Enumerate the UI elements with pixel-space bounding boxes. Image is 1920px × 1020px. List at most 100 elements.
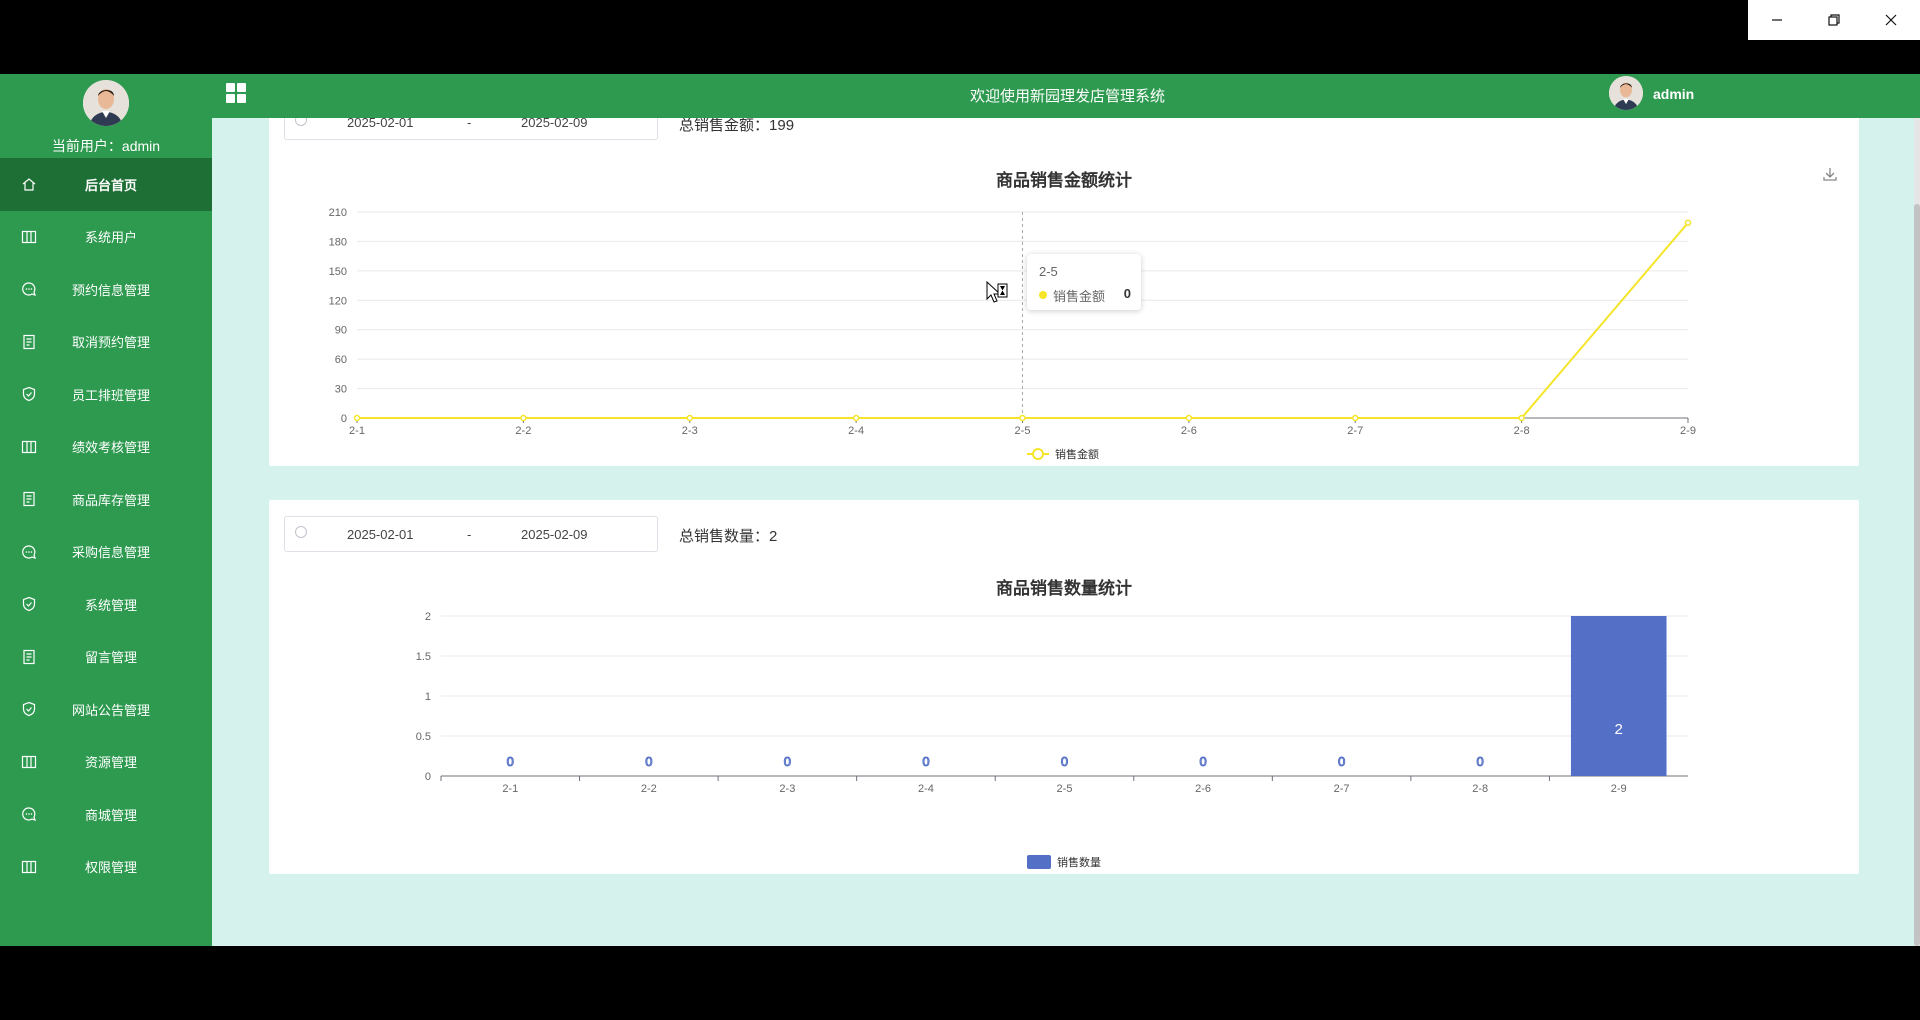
x-tick-label: 2-5 [1057,783,1073,795]
data-point [520,414,527,422]
bar-data-label: 0 [784,754,791,769]
bar-data-label: 0 [1061,754,1068,769]
data-point [353,414,361,422]
data-point [1019,414,1026,422]
table-icon [20,438,38,456]
tooltip-series-name: 销售金额 [1053,289,1106,304]
document-icon [20,333,38,351]
sales-quantity-card: 2025-02-01 - 2025-02-09 总销售数量：2 商品销售数量统计… [269,500,1859,874]
total-label: 总销售金额： [679,118,770,134]
cursor-icon [985,280,1011,311]
bar-chart: 0 0.5 1 1.5 2 2-1 0 2-2 0 2-3 0 2-4 0 2-5 0 2-6 0 2-7 0 2-8… [416,611,1688,869]
menu-toggle-icon[interactable] [226,83,246,103]
main-content: 2025-02-01 - 2025-02-09 总销售金额：199 商品销售金额… [212,118,1916,946]
x-tick-label: 2-1 [502,783,518,795]
start-date[interactable]: 2025-02-01 [347,118,414,130]
total-label: 总销售数量： [679,528,770,545]
bar-data-label: 0 [507,754,514,769]
y-tick-label: 150 [329,266,347,278]
chat-icon [20,543,38,561]
sales-amount-card: 2025-02-01 - 2025-02-09 总销售金额：199 商品销售金额… [269,118,1859,466]
data-point [1684,219,1692,227]
data-point [852,414,860,422]
avatar[interactable] [83,80,129,126]
taskbar-area [0,946,1920,1020]
x-tick-label: 2-4 [848,425,864,437]
document-icon [20,648,38,666]
data-point [686,414,693,422]
x-tick-label: 2-5 [1015,425,1031,437]
bar-data-label: 0 [1199,754,1206,769]
header-username[interactable]: admin [1653,86,1694,102]
x-tick-label: 2-1 [349,425,365,437]
bar-data-label: 0 [645,754,652,769]
scrollbar-thumb[interactable] [1914,204,1920,946]
x-tick-label: 2-3 [682,425,698,437]
date-separator: - [467,118,472,130]
y-tick-label: 2 [425,611,431,623]
sidebar-item-3[interactable]: 取消预约管理 [0,316,212,369]
sidebar-item-1[interactable]: 系统用户 [0,211,212,264]
page-title: 欢迎使用新园理发店管理系统 [970,88,1166,105]
x-tick-label: 2-7 [1347,425,1363,437]
scrollbar[interactable] [1914,118,1920,946]
restore-icon[interactable] [1805,0,1862,40]
close-icon[interactable] [1863,0,1920,40]
sidebar-item-13[interactable]: 权限管理 [0,841,212,894]
y-tick-label: 60 [335,354,347,366]
y-tick-label: 0 [341,413,347,425]
chart-tooltip: 2-5 销售金额 0 [1027,254,1141,310]
chat-icon [20,280,38,298]
line-chart: 0 30 60 90 120 150 180 210 2-1 2-2 2-3 2-4 2-5 2-6 2-7… [329,207,1696,461]
total-sales-amount: 总销售金额：199 [679,118,794,135]
y-tick-label: 1.5 [416,651,431,663]
chat-icon [20,805,38,823]
current-user-label: 当前用户： [51,138,122,154]
tooltip-value: 0 [1123,286,1131,301]
bar-data-label: 0 [922,754,929,769]
sidebar-menu: 后台首页 系统用户 预约信息管理 取消预约管理 员工排班管理 绩效考核管理 商品库存管理 采购… [0,158,212,893]
date-range-picker[interactable]: 2025-02-01 - 2025-02-09 [284,516,658,552]
sidebar-item-8[interactable]: 系统管理 [0,578,212,631]
y-tick-label: 0 [425,771,431,783]
chart-legend: 销售金额 [1027,447,1099,461]
x-tick-label: 2-2 [641,783,657,795]
x-tick-label: 2-9 [1680,425,1696,437]
sidebar: 当前用户：admin 后台首页 系统用户 预约信息管理 取消预约管理 员工排班管理 绩效考… [0,74,212,946]
window-title-bar [0,0,1920,74]
sidebar-item-7[interactable]: 采购信息管理 [0,526,212,579]
minimize-icon[interactable] [1748,0,1805,40]
chart-legend: 销售数量 [1027,855,1101,869]
data-point [1518,414,1525,422]
sidebar-item-6[interactable]: 商品库存管理 [0,473,212,526]
bar-data-label: 0 [1338,754,1345,769]
sidebar-item-2[interactable]: 预约信息管理 [0,263,212,316]
date-range-picker[interactable]: 2025-02-01 - 2025-02-09 [284,118,658,140]
sidebar-item-9[interactable]: 留言管理 [0,631,212,684]
bar [1570,616,1667,776]
total-sales-quantity: 总销售数量：2 [679,525,777,546]
start-date[interactable]: 2025-02-01 [347,527,414,542]
sidebar-item-10[interactable]: 网站公告管理 [0,683,212,736]
sidebar-item-11[interactable]: 资源管理 [0,736,212,789]
x-tick-label: 2-7 [1334,783,1350,795]
current-user-name: admin [121,138,161,154]
legend-marker [1032,448,1044,460]
avatar[interactable] [1609,76,1643,110]
sidebar-item-12[interactable]: 商城管理 [0,788,212,841]
end-date[interactable]: 2025-02-09 [521,118,588,130]
total-value: 199 [769,118,795,134]
x-tick-label: 2-6 [1195,783,1211,795]
legend-label: 销售数量 [1057,855,1101,869]
x-tick-label: 2-8 [1472,783,1488,795]
home-icon [20,175,38,193]
x-tick-label: 2-4 [918,783,934,795]
x-tick-label: 2-8 [1514,425,1530,437]
x-tick-label: 2-3 [779,783,795,795]
header: 欢迎使用新园理发店管理系统 admin [212,74,1920,118]
sidebar-item-5[interactable]: 绩效考核管理 [0,421,212,474]
sidebar-item-0[interactable]: 后台首页 [0,158,212,211]
end-date[interactable]: 2025-02-09 [521,527,588,542]
sidebar-item-4[interactable]: 员工排班管理 [0,368,212,421]
bar-data-label: 0 [1477,754,1484,769]
